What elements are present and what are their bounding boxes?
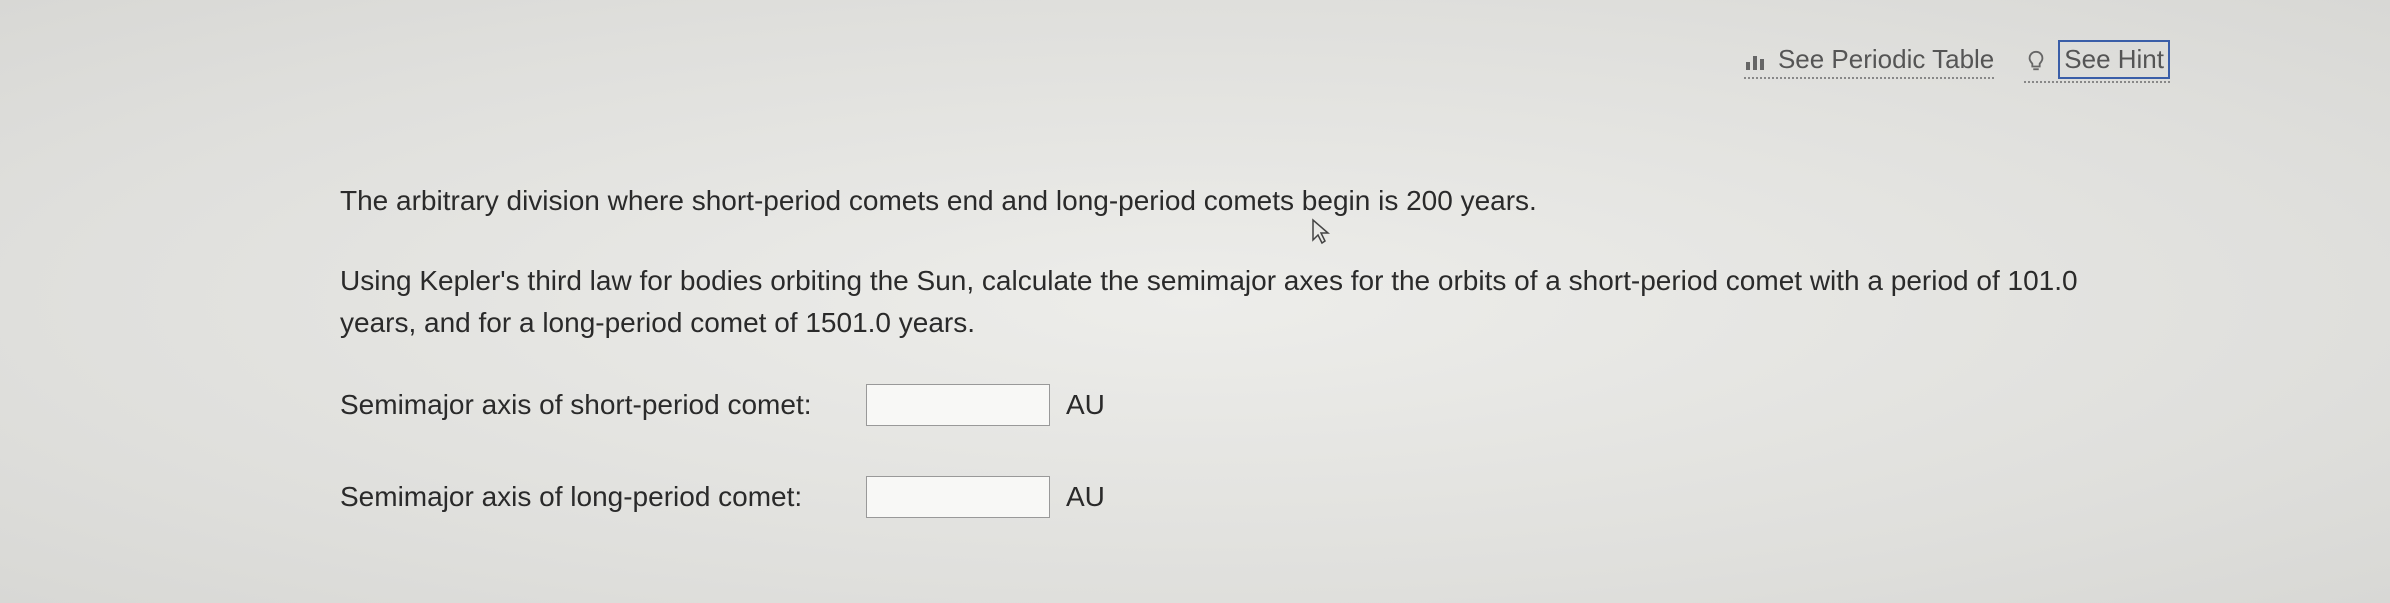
short-period-unit: AU (1066, 384, 1105, 426)
long-period-unit: AU (1066, 476, 1105, 518)
intro-text: The arbitrary division where short-perio… (340, 180, 2150, 222)
hint-label: See Hint (2058, 40, 2170, 79)
top-links: See Periodic Table See Hint (1744, 40, 2170, 83)
bar-chart-icon (1744, 48, 1768, 72)
answers-block: Semimajor axis of short-period comet: AU… (340, 384, 2150, 518)
prompt-text: Using Kepler's third law for bodies orbi… (340, 260, 2150, 344)
lightbulb-icon (2024, 48, 2048, 72)
short-period-row: Semimajor axis of short-period comet: AU (340, 384, 2150, 426)
periodic-table-label: See Periodic Table (1778, 44, 1994, 75)
short-period-label: Semimajor axis of short-period comet: (340, 384, 850, 426)
long-period-label: Semimajor axis of long-period comet: (340, 476, 850, 518)
see-periodic-table-link[interactable]: See Periodic Table (1744, 44, 1994, 79)
problem-content: The arbitrary division where short-perio… (340, 180, 2150, 568)
long-period-input[interactable] (866, 476, 1050, 518)
see-hint-link[interactable]: See Hint (2024, 40, 2170, 83)
long-period-row: Semimajor axis of long-period comet: AU (340, 476, 2150, 518)
short-period-input[interactable] (866, 384, 1050, 426)
